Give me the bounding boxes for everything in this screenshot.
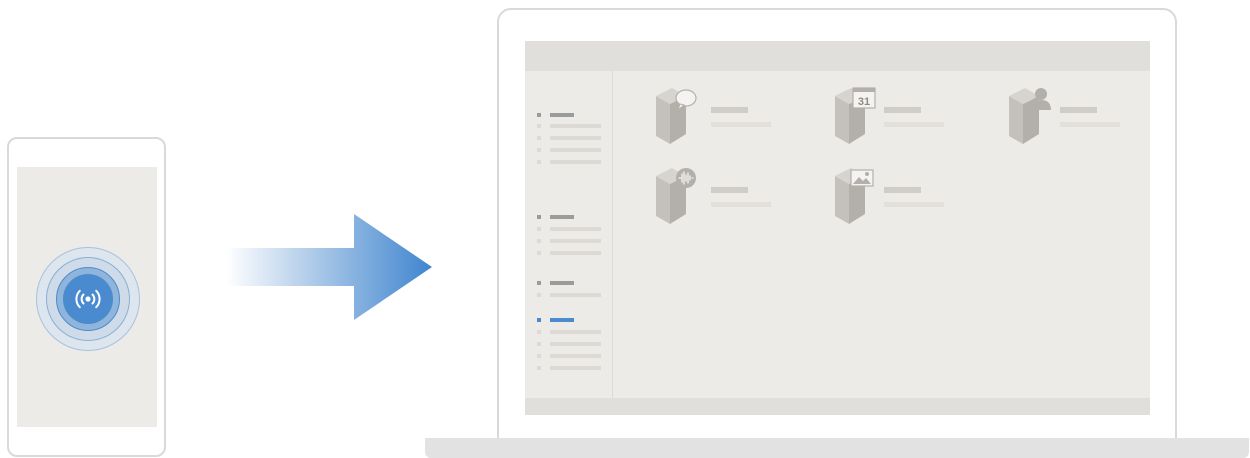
folder-subtitle xyxy=(1060,122,1120,127)
phone-screen xyxy=(17,167,157,427)
sidebar-bullet xyxy=(537,124,541,128)
calendar-folder-icon[interactable]: 31 xyxy=(831,86,891,146)
right-arrow-icon xyxy=(226,214,432,320)
sync-illustration: 31 xyxy=(0,0,1250,458)
folder-subtitle xyxy=(711,122,771,127)
sidebar-divider xyxy=(612,71,613,398)
sidebar-item[interactable] xyxy=(537,124,601,128)
sidebar-item[interactable] xyxy=(537,251,601,255)
sidebar-bullet xyxy=(537,293,541,297)
sidebar-group-header[interactable] xyxy=(537,113,599,117)
sidebar-item-label xyxy=(550,124,601,128)
sidebar-item-label xyxy=(550,239,601,243)
folder-title xyxy=(711,187,748,193)
sidebar-bullet xyxy=(537,148,541,152)
sidebar-item-label xyxy=(550,293,601,297)
sidebar-item-label xyxy=(550,342,601,346)
sidebar-item-label xyxy=(550,160,601,164)
sidebar-item-label xyxy=(550,251,601,255)
contacts-folder-icon[interactable] xyxy=(1005,86,1065,146)
folder-subtitle xyxy=(711,202,771,207)
sidebar-item-label xyxy=(550,227,601,231)
sidebar-bullet xyxy=(537,330,541,334)
folder-title xyxy=(884,107,921,113)
sidebar-bullet xyxy=(537,227,541,231)
sidebar-bullet xyxy=(537,281,541,285)
sidebar-bullet xyxy=(537,113,541,117)
folder-title xyxy=(884,187,921,193)
sidebar-item[interactable] xyxy=(537,293,601,297)
sidebar-bullet xyxy=(537,251,541,255)
sidebar-item-label xyxy=(550,330,601,334)
sidebar-header-label xyxy=(550,113,574,117)
folder-title xyxy=(711,107,748,113)
sidebar-item[interactable] xyxy=(537,342,601,346)
sidebar-bullet xyxy=(537,342,541,346)
sidebar-bullet xyxy=(537,354,541,358)
window-status-bar xyxy=(525,398,1150,415)
nfc-signal-icon xyxy=(75,289,101,309)
sidebar-group-header-active[interactable] xyxy=(537,318,599,322)
audio-folder-icon[interactable] xyxy=(652,166,712,226)
sidebar-group-header[interactable] xyxy=(537,215,599,219)
laptop-screen: 31 xyxy=(525,41,1150,415)
sidebar-item[interactable] xyxy=(537,366,601,370)
sidebar-bullet xyxy=(537,160,541,164)
phone-device xyxy=(7,137,166,457)
sidebar-item[interactable] xyxy=(537,239,601,243)
sidebar-item[interactable] xyxy=(537,227,601,231)
sidebar-bullet xyxy=(537,215,541,219)
sidebar-bullet xyxy=(537,318,541,322)
messages-folder-icon[interactable] xyxy=(652,86,712,146)
sidebar-item[interactable] xyxy=(537,354,601,358)
sidebar-bullet xyxy=(537,136,541,140)
folder-subtitle xyxy=(884,202,944,207)
gallery-folder-icon[interactable] xyxy=(831,166,891,226)
sidebar-item[interactable] xyxy=(537,160,601,164)
sidebar-item[interactable] xyxy=(537,136,601,140)
sidebar-group-header[interactable] xyxy=(537,281,599,285)
sidebar-header-label xyxy=(550,215,574,219)
folder-title xyxy=(1060,107,1097,113)
sidebar-item-label xyxy=(550,136,601,140)
sidebar-item-label xyxy=(550,354,601,358)
sidebar-bullet xyxy=(537,366,541,370)
sidebar-header-label xyxy=(550,281,574,285)
laptop-base xyxy=(425,438,1249,458)
sidebar-item[interactable] xyxy=(537,330,601,334)
sidebar-header-label xyxy=(550,318,574,322)
folder-subtitle xyxy=(884,122,944,127)
window-title-bar xyxy=(525,41,1150,71)
sidebar-item-label xyxy=(550,366,601,370)
sidebar-item-label xyxy=(550,148,601,152)
sidebar-item[interactable] xyxy=(537,148,601,152)
sidebar-bullet xyxy=(537,239,541,243)
svg-text:31: 31 xyxy=(858,96,870,108)
